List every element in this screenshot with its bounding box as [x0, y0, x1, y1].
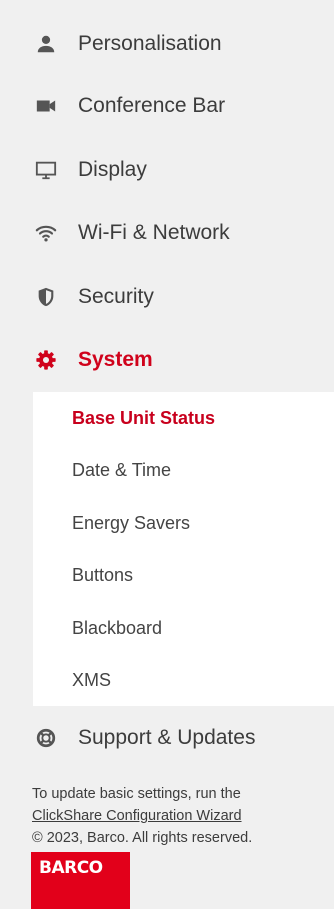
lifebuoy-icon: [33, 725, 59, 751]
footer-info: To update basic settings, run the ClickS…: [32, 783, 332, 849]
nav-label-display: Display: [78, 158, 147, 181]
nav-label-wifi-network: Wi-Fi & Network: [78, 221, 230, 244]
shield-icon: [33, 284, 59, 310]
nav-label-system: System: [78, 348, 153, 371]
footer-instruction: To update basic settings, run the: [32, 786, 241, 802]
submenu-label: XMS: [72, 669, 112, 690]
nav-label-support-updates: Support & Updates: [78, 726, 256, 749]
submenu-label: Date & Time: [72, 459, 172, 480]
submenu-item-date-time[interactable]: Date & Time: [33, 444, 334, 496]
nav-label-security: Security: [78, 285, 154, 308]
submenu-label: Energy Savers: [72, 512, 191, 533]
barco-logo: BARCO: [31, 852, 130, 909]
nav-item-security[interactable]: Security: [0, 267, 334, 327]
system-submenu: Base Unit Status Date & Time Energy Save…: [33, 392, 334, 706]
configuration-wizard-link[interactable]: ClickShare Configuration Wizard: [32, 808, 242, 824]
settings-sidebar: Personalisation Conference Bar Display W…: [0, 0, 334, 909]
submenu-item-buttons[interactable]: Buttons: [33, 549, 334, 601]
nav-item-wifi-network[interactable]: Wi-Fi & Network: [0, 203, 334, 263]
camera-icon: [33, 93, 59, 119]
submenu-label: Blackboard: [72, 617, 163, 638]
gear-icon: [33, 347, 59, 373]
nav-item-conference-bar[interactable]: Conference Bar: [0, 76, 334, 136]
logo-text: BARCO: [39, 858, 103, 878]
monitor-icon: [33, 157, 59, 183]
submenu-item-xms[interactable]: XMS: [33, 654, 334, 706]
nav-label-personalisation: Personalisation: [78, 32, 222, 55]
copyright-text: © 2023, Barco. All rights reserved.: [32, 830, 253, 846]
submenu-item-blackboard[interactable]: Blackboard: [33, 602, 334, 654]
nav-item-support-updates[interactable]: Support & Updates: [0, 708, 334, 768]
submenu-item-base-unit-status[interactable]: Base Unit Status: [33, 392, 334, 444]
nav-item-display[interactable]: Display: [0, 140, 334, 200]
person-icon: [33, 31, 59, 57]
nav-label-conference-bar: Conference Bar: [78, 94, 226, 117]
nav-item-personalisation[interactable]: Personalisation: [0, 14, 334, 74]
submenu-label: Base Unit Status: [72, 407, 216, 428]
submenu-label: Buttons: [72, 564, 134, 585]
wifi-icon: [33, 220, 59, 246]
submenu-item-energy-savers[interactable]: Energy Savers: [33, 497, 334, 549]
nav-item-system[interactable]: System: [0, 330, 334, 390]
